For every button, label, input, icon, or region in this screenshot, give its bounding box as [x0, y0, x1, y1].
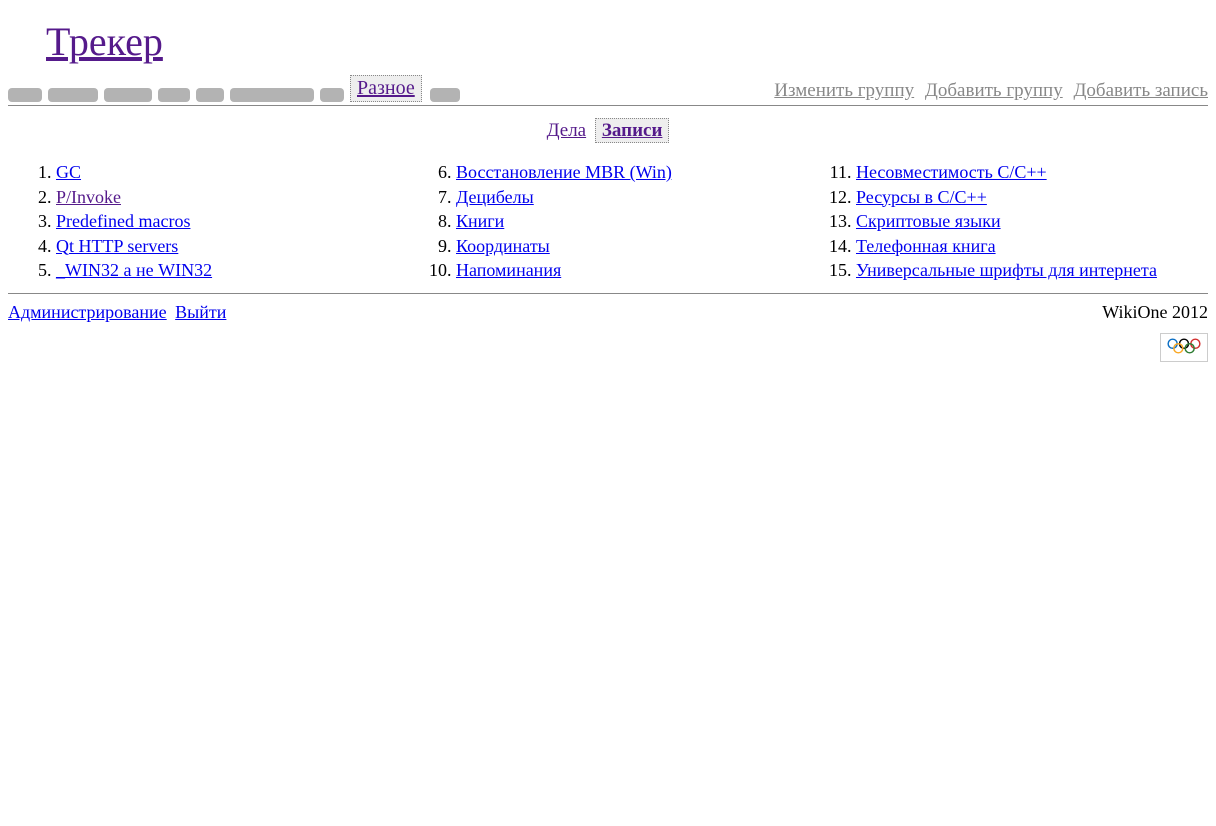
footer-left: Администрирование Выйти: [8, 302, 230, 323]
list-item: Книги: [456, 209, 808, 234]
list-item: Восстановление MBR (Win): [456, 160, 808, 185]
action-add-record[interactable]: Добавить запись: [1073, 80, 1208, 101]
footer: Администрирование Выйти WikiOne 2012: [8, 302, 1208, 362]
record-link[interactable]: Скриптовые языки: [856, 211, 1001, 231]
list-item: Скриптовые языки: [856, 209, 1208, 234]
list-item: Универсальные шрифты для интернета: [856, 258, 1208, 283]
list-item: _WIN32 а не WIN32: [56, 258, 408, 283]
action-edit-group[interactable]: Изменить группу: [774, 80, 914, 101]
list-item: Несовместимость C/C++: [856, 160, 1208, 185]
subtab-tasks[interactable]: Дела: [547, 120, 587, 141]
list-item: Ресурсы в C/C++: [856, 185, 1208, 210]
divider: [8, 293, 1208, 294]
list-item: Координаты: [456, 234, 808, 259]
footer-right: WikiOne 2012: [1102, 302, 1208, 362]
record-link[interactable]: Универсальные шрифты для интернета: [856, 260, 1157, 280]
nav-placeholder: [8, 88, 42, 102]
subnav: Дела Записи: [8, 120, 1208, 142]
tab-misc-link[interactable]: Разное: [357, 77, 415, 99]
subtab-records-link[interactable]: Записи: [602, 120, 663, 141]
topbar: Разное Изменить группу Добавить группу Д…: [8, 75, 1208, 106]
record-link[interactable]: Координаты: [456, 236, 550, 256]
record-link[interactable]: Книги: [456, 211, 504, 231]
record-link[interactable]: _WIN32 а не WIN32: [56, 260, 212, 280]
action-add-group[interactable]: Добавить группу: [925, 80, 1063, 101]
record-link[interactable]: P/Invoke: [56, 187, 121, 207]
list-item: GC: [56, 160, 408, 185]
nav-placeholder: [158, 88, 190, 102]
page-title-link[interactable]: Трекер: [46, 19, 163, 64]
list-item: Децибелы: [456, 185, 808, 210]
page-title: Трекер: [46, 18, 1208, 65]
nav-placeholder: [104, 88, 152, 102]
record-link[interactable]: Qt HTTP servers: [56, 236, 178, 256]
record-link[interactable]: Децибелы: [456, 187, 534, 207]
nav-placeholder: [430, 88, 460, 102]
subtab-records[interactable]: Записи: [595, 118, 670, 143]
topbar-left: Разное: [8, 75, 462, 102]
record-link[interactable]: Ресурсы в C/C++: [856, 187, 987, 207]
record-link[interactable]: Несовместимость C/C++: [856, 162, 1047, 182]
list-item: P/Invoke: [56, 185, 408, 210]
list-item: Напоминания: [456, 258, 808, 283]
link-logout[interactable]: Выйти: [175, 302, 226, 322]
list-item: Телефонная книга: [856, 234, 1208, 259]
record-link[interactable]: Predefined macros: [56, 211, 190, 231]
tab-misc[interactable]: Разное: [350, 75, 422, 102]
list-item: Predefined macros: [56, 209, 408, 234]
olympic-rings-icon: [1160, 333, 1208, 362]
nav-placeholder: [230, 88, 314, 102]
record-link[interactable]: Напоминания: [456, 260, 561, 280]
record-link[interactable]: Восстановление MBR (Win): [456, 162, 672, 182]
brand-label: WikiOne 2012: [1102, 302, 1208, 322]
nav-placeholder: [196, 88, 224, 102]
link-admin[interactable]: Администрирование: [8, 302, 167, 322]
record-link[interactable]: GC: [56, 162, 81, 182]
nav-placeholder: [48, 88, 98, 102]
record-link[interactable]: Телефонная книга: [856, 236, 996, 256]
nav-placeholder: [320, 88, 344, 102]
topbar-actions: Изменить группу Добавить группу Добавить…: [768, 80, 1208, 102]
list-item: Qt HTTP servers: [56, 234, 408, 259]
records-list: GC P/Invoke Predefined macros Qt HTTP se…: [8, 160, 1208, 283]
